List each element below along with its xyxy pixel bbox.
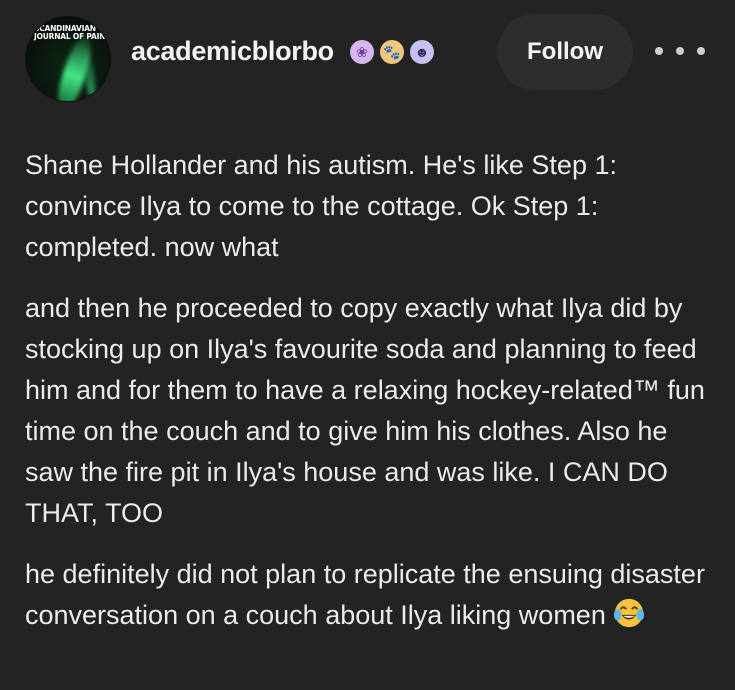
tears-of-joy-emoji-icon: [613, 598, 644, 628]
follow-button[interactable]: Follow: [497, 14, 633, 90]
post-header: SCANDINAVIAN JOURNAL OF PAIN academicblo…: [0, 0, 735, 110]
post-paragraph: and then he proceeded to copy exactly wh…: [25, 293, 705, 528]
post-body: Shane Hollander and his autism. He's lik…: [25, 145, 715, 656]
dot: [676, 47, 684, 55]
post-paragraph-last: he definitely did not plan to replicate …: [25, 554, 715, 636]
more-options-icon[interactable]: [655, 40, 705, 62]
badge-row: ❀ 🐾 ☻: [350, 40, 434, 70]
paw-badge-icon[interactable]: 🐾: [380, 40, 404, 64]
aurora-decoration-secondary: [80, 46, 98, 100]
badge-glyph: 🐾: [383, 44, 401, 60]
post-card: SCANDINAVIAN JOURNAL OF PAIN academicblo…: [0, 0, 735, 690]
brain-badge-icon[interactable]: ❀: [350, 40, 374, 64]
blog-username[interactable]: academicblorbo: [131, 36, 334, 67]
badge-glyph: ❀: [356, 44, 368, 60]
badge-glyph: ☻: [414, 44, 430, 60]
post-paragraph-text: he definitely did not plan to replicate …: [25, 559, 705, 630]
dot: [697, 47, 705, 55]
avatar[interactable]: SCANDINAVIAN JOURNAL OF PAIN: [25, 16, 111, 102]
ghost-badge-icon[interactable]: ☻: [410, 40, 434, 64]
dot: [655, 47, 663, 55]
post-paragraph: Shane Hollander and his autism. He's lik…: [25, 150, 617, 262]
avatar-text: SCANDINAVIAN JOURNAL OF PAIN: [34, 24, 106, 41]
